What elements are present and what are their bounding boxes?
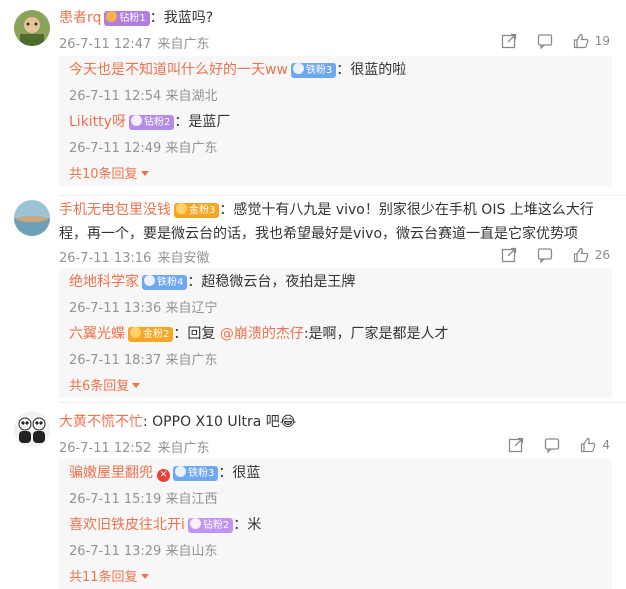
caret-down-icon <box>132 383 141 388</box>
username[interactable]: 患者rq <box>59 10 101 26</box>
location: 来自广东 <box>157 441 210 456</box>
comment-actions: 4 <box>508 437 610 453</box>
verified-icon: ✕ <box>157 469 170 482</box>
comment-actions: 19 <box>501 33 610 49</box>
location: 来自辽宁 <box>165 301 218 316</box>
share-icon[interactable] <box>501 247 517 263</box>
user-avatar[interactable] <box>14 411 50 447</box>
reply-username[interactable]: 骗嫩屋里翻兜 <box>69 465 153 481</box>
comment-text: ：我蓝吗? <box>149 10 214 26</box>
location: 来自安徽 <box>157 251 210 266</box>
comment-meta: 26-7-11 12:47 来自广东 <box>59 33 210 52</box>
comment-header: 大黄不慌不忙: OPPO X10 Ultra 吧😂 <box>59 409 612 435</box>
reply-item: 六翼光蝶 金粉2 ：回复 @崩溃的杰仔:是啊，厂家是都是人才 26-7-11 18:… <box>69 323 602 371</box>
location: 来自广东 <box>165 353 218 368</box>
divider <box>59 195 626 196</box>
more-replies-link[interactable]: 共10条回复 <box>69 163 149 182</box>
user-avatar[interactable] <box>14 200 50 236</box>
badge-icon <box>130 115 142 126</box>
reply-username[interactable]: 喜欢旧铁皮往北开i <box>69 517 185 533</box>
fan-badge: 钻粉2 <box>187 518 234 533</box>
reply-item: 绝地科学家 铁粉4 ：超稳微云台，夜拍是王牌 26-7-11 13:36 来自辽宁 <box>69 271 602 319</box>
timestamp: 26-7-11 12:49 <box>69 141 162 156</box>
badge-icon <box>175 466 186 477</box>
reply-box: 骗嫩屋里翻兜 ✕ 铁粉3 ：很蓝 26-7-11 15:19 来自江西 喜欢旧铁皮往北… <box>59 459 612 589</box>
share-icon[interactable] <box>501 33 517 49</box>
comment-header: 手机无电包里没钱 金粉3 ：感觉十有八九是 vivo！别家很少在手机 OIS 上堆这… <box>59 198 612 246</box>
timestamp: 26-7-11 12:47 <box>59 37 152 52</box>
reply-username[interactable]: 六翼光蝶 <box>69 326 125 342</box>
share-icon[interactable] <box>508 437 524 453</box>
reply-username[interactable]: 绝地科学家 <box>69 274 139 290</box>
comment-actions: 26 <box>501 247 610 263</box>
mention-link[interactable]: @崩溃的杰仔 <box>220 326 304 342</box>
fan-badge: 金粉3 <box>174 203 220 218</box>
location: 来自湖北 <box>165 89 218 104</box>
fan-badge: 钻粉1 <box>104 11 150 26</box>
fan-badge: 铁粉3 <box>173 466 219 481</box>
timestamp: 26-7-11 13:16 <box>59 251 152 266</box>
like-button[interactable]: 26 <box>573 247 610 263</box>
username[interactable]: 手机无电包里没钱 <box>59 202 171 218</box>
reply-username[interactable]: 今天也是不知道叫什么好的一天ww <box>69 62 288 78</box>
timestamp: 26-7-11 15:19 <box>69 492 162 507</box>
reply-item: 今天也是不知道叫什么好的一天ww 铁粉3 ：很蓝的啦 26-7-11 12:54 来… <box>69 59 602 107</box>
reply-box: 绝地科学家 铁粉4 ：超稳微云台，夜拍是王牌 26-7-11 13:36 来自辽宁 … <box>59 268 612 398</box>
reply-box: 今天也是不知道叫什么好的一天ww 铁粉3 ：很蓝的啦 26-7-11 12:54 来… <box>59 56 612 186</box>
location: 来自江西 <box>165 492 218 507</box>
fan-badge: 钻粉2 <box>128 115 175 130</box>
reply-item: Likitty呀 钻粉2 ：是蓝厂 26-7-11 12:49 来自广东 <box>69 111 602 159</box>
timestamp: 26-7-11 18:37 <box>69 353 162 368</box>
like-icon <box>573 33 589 49</box>
caret-down-icon <box>140 171 149 176</box>
like-button[interactable]: 4 <box>580 437 610 453</box>
badge-icon <box>292 63 304 74</box>
comment-icon[interactable] <box>537 247 553 263</box>
reply-item: 喜欢旧铁皮往北开i 钻粉2 ：米 26-7-11 13:29 来自山东 <box>69 514 602 562</box>
reply-text: ：很蓝 <box>218 465 261 481</box>
comment-meta: 26-7-11 13:16 来自安徽 <box>59 247 210 266</box>
caret-down-icon <box>140 574 149 579</box>
fan-badge: 金粉2 <box>128 327 174 342</box>
reply-text: ：超稳微云台，夜拍是王牌 <box>187 274 356 290</box>
reply-username[interactable]: Likitty呀 <box>69 114 126 130</box>
timestamp: 26-7-11 12:52 <box>59 441 152 456</box>
like-count: 26 <box>594 248 610 262</box>
reply-text: ：是蓝厂 <box>174 114 231 130</box>
like-count: 4 <box>602 438 610 452</box>
badge-icon <box>106 11 118 22</box>
comment-icon[interactable] <box>537 33 553 49</box>
timestamp: 26-7-11 13:29 <box>69 544 162 559</box>
comment-header: 患者rq 钻粉1 ：我蓝吗? <box>59 5 612 31</box>
badge-icon <box>130 327 141 338</box>
user-avatar[interactable] <box>14 10 50 46</box>
comment-text: : OPPO X10 Ultra 吧 <box>143 414 280 430</box>
fan-badge: 铁粉3 <box>290 63 337 78</box>
more-replies-link[interactable]: 共6条回复 <box>69 375 141 394</box>
timestamp: 26-7-11 13:36 <box>69 301 162 316</box>
badge-icon <box>144 275 155 286</box>
reply-item: 骗嫩屋里翻兜 ✕ 铁粉3 ：很蓝 26-7-11 15:19 来自江西 <box>69 462 602 510</box>
divider <box>59 402 626 403</box>
comment-meta: 26-7-11 12:52 来自广东 <box>59 437 210 456</box>
reply-text: ：米 <box>233 517 262 533</box>
like-count: 19 <box>594 34 610 48</box>
username[interactable]: 大黄不慌不忙 <box>59 414 143 430</box>
location: 来自广东 <box>157 37 210 52</box>
comment-icon[interactable] <box>544 437 560 453</box>
reply-prefix: ：回复 <box>173 326 220 342</box>
like-button[interactable]: 19 <box>573 33 610 49</box>
location: 来自山东 <box>165 544 218 559</box>
like-icon <box>573 247 589 263</box>
more-replies-link[interactable]: 共11条回复 <box>69 566 149 585</box>
location: 来自广东 <box>165 141 218 156</box>
like-icon <box>581 437 596 453</box>
laugh-emoji-icon: 😂 <box>279 414 297 430</box>
reply-text: :是啊，厂家是都是人才 <box>303 326 449 342</box>
badge-icon <box>176 203 187 214</box>
fan-badge: 铁粉4 <box>142 275 188 290</box>
timestamp: 26-7-11 12:54 <box>69 89 162 104</box>
reply-text: ：很蓝的啦 <box>336 62 407 78</box>
badge-icon <box>189 518 201 529</box>
